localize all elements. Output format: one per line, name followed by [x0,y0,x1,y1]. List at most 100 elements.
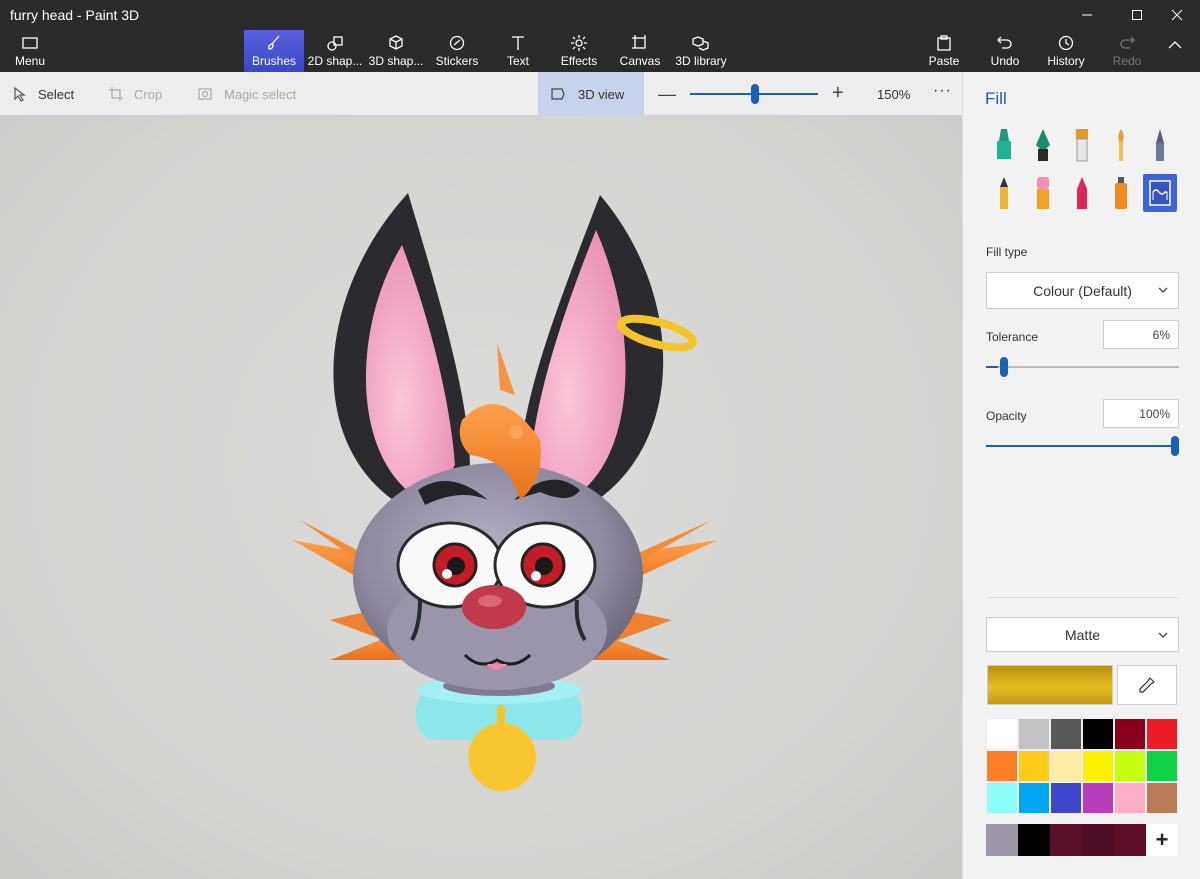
palette-color-0[interactable] [986,718,1018,750]
eyedropper-button[interactable] [1117,665,1177,705]
palette-color-4[interactable] [1114,718,1146,750]
sticker-icon [449,35,465,51]
opacity-input[interactable]: 100% [1103,399,1179,428]
oil-brush[interactable] [1065,126,1099,164]
tab-2d-shapes[interactable]: 2D shap... [305,30,365,72]
eraser-brush[interactable] [1026,174,1060,212]
palette-color-13[interactable] [1018,782,1050,814]
custom-color-4[interactable] [1114,824,1146,856]
zoom-out-button[interactable]: — [658,84,676,105]
3d-view-toggle[interactable]: 3D view [538,72,644,116]
redo-icon [1120,36,1135,49]
fill-type-dropdown[interactable]: Colour (Default) [986,272,1179,309]
palette-color-17[interactable] [1146,782,1178,814]
current-color-swatch[interactable] [987,665,1113,705]
palette-color-2[interactable] [1050,718,1082,750]
add-color-button[interactable]: + [1146,824,1178,856]
cursor-icon [14,86,26,102]
tab-text[interactable]: Text [488,30,548,72]
paste-icon [937,35,951,51]
folder-icon [22,37,38,49]
zoom-slider-thumb[interactable] [751,84,759,104]
palette-color-11[interactable] [1146,750,1178,782]
palette-color-6[interactable] [986,750,1018,782]
chevron-up-icon [1168,41,1182,49]
zoom-value: 150% [877,87,911,102]
tolerance-thumb[interactable] [999,357,1008,377]
magic-select-icon [198,88,212,100]
crayon-brush[interactable] [1065,174,1099,212]
library-icon [692,36,709,51]
close-icon [1171,9,1183,21]
fill-icon [1149,180,1171,206]
palette-color-14[interactable] [1050,782,1082,814]
finish-dropdown[interactable]: Matte [986,617,1179,652]
tab-effects[interactable]: Effects [549,30,609,72]
eraser-icon [1037,177,1049,209]
panel-title: Fill [985,89,1007,108]
oil-brush-icon [1076,129,1088,162]
pencil-brush[interactable] [987,174,1021,212]
pixel-pen-icon [1156,129,1164,161]
crop-icon [109,87,123,101]
calligraphy-pen-brush[interactable] [1026,126,1060,164]
chevron-down-icon [1158,632,1168,638]
crop-button[interactable]: Crop [108,86,162,102]
opacity-fill [986,445,1179,447]
palette-color-5[interactable] [1146,718,1178,750]
eyedropper-icon [1139,677,1155,693]
opacity-thumb[interactable] [1171,436,1179,456]
palette-color-9[interactable] [1082,750,1114,782]
custom-color-1[interactable] [1018,824,1050,856]
palette-color-7[interactable] [1018,750,1050,782]
spray-can-brush[interactable] [1104,174,1138,212]
watercolor-icon [1118,129,1124,161]
history-button[interactable]: History [1036,30,1096,72]
marker-brush[interactable] [987,126,1021,164]
title-bar: furry head - Paint 3D [0,0,1200,30]
canvas-area[interactable] [0,116,962,879]
undo-icon [997,36,1012,49]
select-button[interactable]: Select [12,86,74,102]
redo-button[interactable]: Redo [1097,30,1157,72]
tolerance-fill [986,366,998,368]
tab-stickers[interactable]: Stickers [427,30,487,72]
tolerance-slider[interactable] [986,357,1179,377]
tab-brushes[interactable]: Brushes [244,30,304,72]
palette-color-3[interactable] [1082,718,1114,750]
furry-head-model[interactable] [0,116,962,879]
more-options-button[interactable]: ··· [933,82,952,100]
minimize-icon [1082,14,1092,16]
minimize-button[interactable] [1064,0,1110,30]
palette-color-12[interactable] [986,782,1018,814]
shapes-2d-icon [327,36,343,51]
opacity-label: Opacity [986,409,1027,423]
magic-select-button[interactable]: Magic select [198,86,296,102]
marker-icon [997,129,1011,159]
palette-color-16[interactable] [1114,782,1146,814]
fill-bucket-brush[interactable] [1143,174,1177,212]
tab-3d-shapes[interactable]: 3D shap... [366,30,426,72]
collapse-toolbar-button[interactable] [1160,30,1190,72]
custom-color-3[interactable] [1082,824,1114,856]
undo-button[interactable]: Undo [975,30,1035,72]
palette-color-8[interactable] [1050,750,1082,782]
tab-3d-library[interactable]: 3D library [671,30,731,72]
palette-color-15[interactable] [1082,782,1114,814]
sun-icon [571,35,587,51]
menu-button[interactable]: Menu [0,30,60,72]
fill-panel: Fill Fill type Colour (Default) Toleranc… [962,72,1200,879]
custom-color-0[interactable] [986,824,1018,856]
watercolor-brush[interactable] [1104,126,1138,164]
pixel-pen-brush[interactable] [1143,126,1177,164]
tolerance-input[interactable]: 6% [1103,320,1179,349]
close-button[interactable] [1154,0,1200,30]
opacity-slider[interactable] [986,436,1179,456]
zoom-in-button[interactable]: + [832,82,844,105]
palette-color-10[interactable] [1114,750,1146,782]
clock-icon [1058,35,1074,51]
palette-color-1[interactable] [1018,718,1050,750]
paste-button[interactable]: Paste [914,30,974,72]
tab-canvas[interactable]: Canvas [610,30,670,72]
custom-color-2[interactable] [1050,824,1082,856]
